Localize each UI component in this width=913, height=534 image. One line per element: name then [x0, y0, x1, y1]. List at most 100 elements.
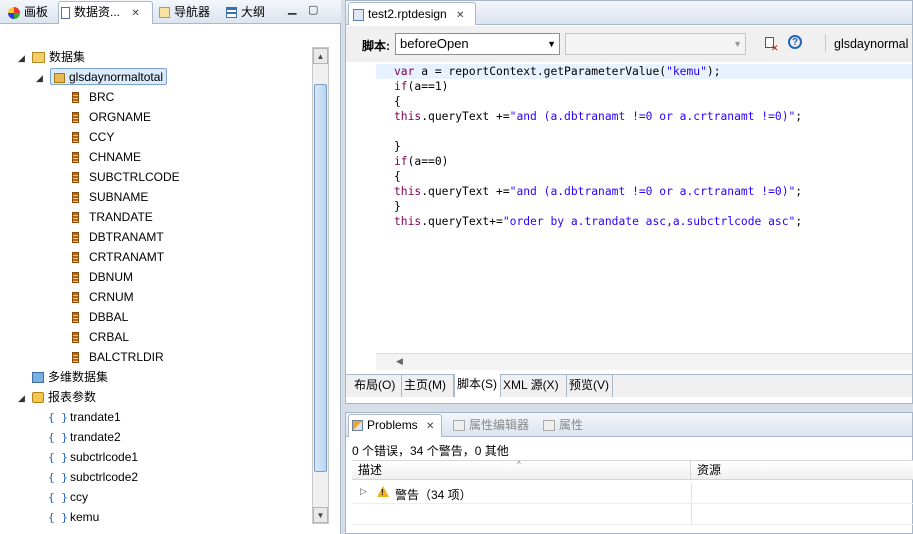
tree-node-column[interactable]: CRNUM — [72, 287, 134, 307]
dropdown-arrow-icon[interactable]: ▼ — [733, 34, 742, 54]
close-icon[interactable]: ✕ — [131, 8, 139, 19]
left-view-tabbar: 画板 数据资... ✕ 导航器 大纲 ▁ ▢ — [0, 0, 341, 24]
tab-layout[interactable]: 布局(O) — [352, 375, 402, 397]
code-token: ; — [795, 185, 803, 198]
tree-node-column[interactable]: TRANDATE — [72, 207, 153, 227]
tab-xml-source[interactable]: XML 源(X) — [501, 375, 567, 397]
expand-toggle-icon[interactable]: ◢ — [36, 68, 46, 88]
code-token: "and (a.dbtranamt !=0 or a.crtranamt !=0… — [509, 110, 796, 123]
tab-problems[interactable]: Problems ✕ — [348, 414, 442, 437]
tree-node-param[interactable]: { } subctrlcode1 — [48, 447, 138, 467]
editor-page-tabs: 布局(O) 主页(M) 脚本(S) XML 源(X) 预览(V) — [346, 374, 912, 397]
scroll-down-icon[interactable]: ▼ — [313, 507, 328, 523]
warning-group-label: 警告（34 项） — [395, 488, 472, 502]
tab-data-explorer[interactable]: 数据资... ✕ — [58, 1, 153, 24]
code-token: .queryText += — [421, 110, 510, 123]
tab-property-editor[interactable]: 属性编辑器 — [450, 415, 529, 436]
code-editor[interactable]: var a = reportContext.getParameterValue(… — [376, 62, 912, 352]
column-description[interactable]: 描述 ^ — [352, 460, 691, 480]
maximize-icon[interactable]: ▢ — [308, 3, 318, 16]
tab-outline[interactable]: 大纲 — [224, 2, 265, 23]
tab-master-page[interactable]: 主页(M) — [402, 375, 454, 397]
tree-node-param[interactable]: { } kemu — [48, 507, 99, 527]
tree-node-column[interactable]: CHNAME — [72, 147, 141, 167]
code-token: ; — [795, 215, 803, 228]
code-token: "and (a.dbtranamt !=0 or a.crtranamt !=0… — [509, 185, 796, 198]
tree-node-datasets[interactable]: ◢ 数据集 — [18, 47, 85, 67]
column-icon — [72, 152, 79, 164]
tree-node-column[interactable]: BALCTRLDIR — [72, 347, 164, 367]
expand-toggle-icon[interactable]: ▷ — [360, 486, 367, 497]
tree-node-report-params[interactable]: ◢ 报表参数 — [18, 387, 96, 407]
expression-builder-icon[interactable]: ✕ — [764, 36, 779, 53]
parameter-icon: { } — [48, 410, 68, 424]
palette-icon — [8, 6, 20, 19]
code-line: } — [394, 199, 401, 214]
empty-table-row — [352, 504, 913, 525]
tree-node-column[interactable]: ORGNAME — [72, 107, 151, 127]
column-icon — [72, 132, 79, 144]
warning-icon-mark: ! — [381, 488, 384, 497]
tree-vertical-scrollbar[interactable]: ▲ ▼ — [312, 47, 329, 524]
code-line: } — [394, 139, 401, 154]
code-token: (a==1) — [407, 80, 449, 93]
code-token: this — [394, 110, 422, 123]
code-token: .queryText += — [421, 185, 510, 198]
tree-node-param[interactable]: { } subctrlcode2 — [48, 467, 138, 487]
tree-node-param[interactable]: { } trandate1 — [48, 407, 121, 427]
column-icon — [72, 252, 79, 264]
column-icon — [72, 92, 79, 104]
tree-node-column[interactable]: CRTRANAMT — [72, 247, 164, 267]
minimize-icon[interactable]: ▁ — [288, 2, 296, 15]
tree-node-column[interactable]: DBNUM — [72, 267, 133, 287]
event-select[interactable]: beforeOpen ▼ — [395, 33, 560, 55]
tab-preview[interactable]: 预览(V) — [567, 375, 613, 397]
close-icon[interactable]: ✕ — [456, 10, 464, 21]
method-select[interactable]: ▼ — [565, 33, 746, 55]
tree-node-column[interactable]: BRC — [72, 87, 114, 107]
tab-palette[interactable]: 画板 — [6, 2, 48, 23]
tree-node-param[interactable]: { } ccy — [48, 487, 88, 507]
properties-icon — [543, 420, 555, 432]
tree-node-column[interactable]: DBBAL — [72, 307, 128, 327]
expand-toggle-icon[interactable]: ◢ — [18, 48, 28, 68]
code-line: { — [394, 169, 401, 184]
editor-tabbar: test2.rptdesign ✕ — [346, 1, 912, 25]
code-horizontal-scrollbar[interactable]: ◀ — [376, 353, 912, 370]
table-row[interactable]: ▷ ! 警告（34 项） — [352, 483, 913, 504]
tree-node-dataset[interactable]: ◢ glsdaynormaltotal — [36, 67, 168, 88]
code-token: if — [394, 155, 408, 168]
column-icon — [72, 312, 79, 324]
tab-test2-rptdesign[interactable]: test2.rptdesign ✕ — [348, 2, 476, 25]
help-icon[interactable]: ? — [788, 35, 802, 49]
column-icon — [72, 332, 79, 344]
tab-properties[interactable]: 属性 — [540, 415, 583, 436]
tree-node-column[interactable]: CRBAL — [72, 327, 129, 347]
code-line: if(a==1) — [394, 79, 448, 94]
tree-node-column[interactable]: SUBCTRLCODE — [72, 167, 180, 187]
tree-node-column[interactable]: SUBNAME — [72, 187, 148, 207]
script-label: 脚本: — [362, 39, 390, 53]
tree-node-column[interactable]: CCY — [72, 127, 114, 147]
code-token: this — [394, 185, 422, 198]
column-resource[interactable]: 资源 — [691, 461, 911, 480]
scroll-up-icon[interactable]: ▲ — [313, 48, 328, 64]
code-token: } — [394, 200, 401, 213]
tree-node-cubes[interactable]: 多维数据集 — [32, 367, 108, 387]
tab-navigator[interactable]: 导航器 — [157, 2, 210, 23]
selected-dataset[interactable]: glsdaynormaltotal — [50, 68, 168, 85]
tab-script[interactable]: 脚本(S) — [454, 374, 501, 397]
close-icon[interactable]: ✕ — [426, 421, 434, 432]
tree-node-param[interactable]: { } trandate2 — [48, 427, 121, 447]
parameter-icon: { } — [48, 510, 68, 524]
dropdown-arrow-icon[interactable]: ▼ — [547, 34, 556, 54]
column-icon — [72, 172, 79, 184]
data-explorer-icon — [61, 6, 70, 19]
scroll-thumb[interactable] — [314, 84, 327, 472]
parameter-icon: { } — [48, 470, 68, 484]
expand-toggle-icon[interactable]: ◢ — [18, 388, 28, 408]
script-toolbar: 脚本: beforeOpen ▼ ▼ ✕ ? glsdaynormal — [346, 26, 912, 62]
tree-node-column[interactable]: DBTRANAMT — [72, 227, 164, 247]
scroll-left-icon[interactable]: ◀ — [396, 356, 403, 367]
sort-indicator-icon: ^ — [517, 460, 521, 469]
